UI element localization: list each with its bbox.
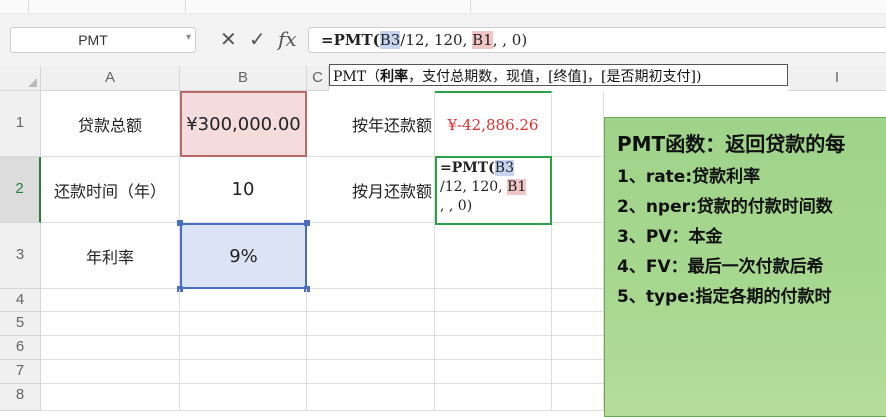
row-header-1[interactable]: 1 — [0, 91, 41, 157]
editor-formula-prefix: =PMT( — [440, 160, 495, 176]
toolbar-separator — [28, 0, 29, 12]
cell-e1[interactable]: ¥-42,886.26 — [435, 91, 552, 157]
formula-ref-b3: B3 — [379, 31, 401, 49]
cell-e8[interactable] — [435, 384, 552, 411]
cell-d1[interactable]: 按年还款额 — [307, 91, 435, 157]
editor-ref-b3: B3 — [494, 160, 514, 176]
editor-line-1: =PMT(B3 — [440, 159, 550, 178]
cell-f7[interactable] — [552, 360, 604, 384]
formula-input[interactable]: =PMT(B3/12, 120, B1, , 0) — [308, 27, 886, 53]
cell-a7[interactable] — [41, 360, 180, 384]
cell-b7[interactable] — [180, 360, 307, 384]
cell-a6[interactable] — [41, 336, 180, 360]
cell-e7[interactable] — [435, 360, 552, 384]
cell-b8[interactable] — [180, 384, 307, 411]
range-handle[interactable] — [304, 220, 310, 226]
toolbar-separator — [185, 0, 186, 12]
cell-d7[interactable] — [307, 360, 435, 384]
tooltip-current-arg[interactable]: 利率 — [380, 69, 408, 85]
cell-b1[interactable]: ¥300,000.00 — [180, 91, 307, 157]
enter-icon[interactable]: ✓ — [249, 27, 266, 51]
editor-ref-b1: B1 — [507, 179, 527, 195]
note-item: 1、rate:贷款利率 — [617, 167, 761, 187]
tooltip-rest: ，支付总期数，现值，[终值]，[是否期初支付]) — [408, 69, 702, 85]
cell-a3[interactable]: 年利率 — [41, 223, 180, 289]
note-item: 5、type:指定各期的付款时 — [617, 287, 832, 307]
cell-a4[interactable] — [41, 289, 180, 312]
cell-f1[interactable] — [552, 91, 604, 157]
note-title: PMT函数：返回贷款的每 — [617, 132, 846, 156]
name-box[interactable]: PMT ▾ — [10, 27, 196, 53]
cell-a8[interactable] — [41, 384, 180, 411]
cell-b6[interactable] — [180, 336, 307, 360]
active-cell-editor[interactable]: =PMT(B3 /12, 120, B1 , , 0) — [435, 156, 552, 225]
column-header-a[interactable]: A — [41, 66, 180, 91]
row-header-4[interactable]: 4 — [0, 289, 41, 312]
cell-e4[interactable] — [435, 289, 552, 312]
column-header-c[interactable]: C — [307, 66, 329, 91]
note-item: 4、FV：最后一次付款后希 — [617, 257, 824, 277]
pmt-note-textbox[interactable]: PMT函数：返回贷款的每 1、rate:贷款利率 2、nper:贷款的付款时间数… — [604, 117, 886, 417]
cell-b3[interactable]: 9% — [180, 223, 307, 289]
tooltip-prefix: PMT（ — [333, 69, 381, 85]
function-signature-tooltip: PMT（利率，支付总期数，现值，[终值]，[是否期初支付]) — [329, 64, 788, 86]
cell-f5[interactable] — [552, 312, 604, 336]
function-icon[interactable]: fx — [278, 27, 297, 51]
cell-a1[interactable]: 贷款总额 — [41, 91, 180, 157]
cell-d3[interactable] — [307, 223, 435, 289]
column-header-i[interactable]: I — [788, 66, 886, 91]
formula-ref-b1: B1 — [472, 31, 493, 49]
cancel-icon[interactable]: ✕ — [220, 27, 237, 51]
cell-a2[interactable]: 还款时间（年） — [41, 157, 180, 223]
cell-f6[interactable] — [552, 336, 604, 360]
cell-e3[interactable] — [435, 223, 552, 289]
toolbar-separator — [470, 0, 471, 12]
cell-e5[interactable] — [435, 312, 552, 336]
column-header-b[interactable]: B — [180, 66, 307, 91]
range-handle[interactable] — [177, 220, 183, 226]
editor-args: /12, 120, — [440, 179, 508, 195]
chevron-down-icon[interactable]: ▾ — [186, 32, 191, 43]
row-header-8[interactable]: 8 — [0, 384, 41, 411]
cell-b2[interactable]: 10 — [180, 157, 307, 223]
editor-line-2: /12, 120, B1 — [440, 178, 550, 197]
cell-b4[interactable] — [180, 289, 307, 312]
row-header-7[interactable]: 7 — [0, 360, 41, 384]
name-box-value: PMT — [78, 32, 108, 48]
cell-d5[interactable] — [307, 312, 435, 336]
cell-f2[interactable] — [552, 157, 604, 223]
cell-f4[interactable] — [552, 289, 604, 312]
cell-a5[interactable] — [41, 312, 180, 336]
cell-f8[interactable] — [552, 384, 604, 411]
formula-suffix: , , 0) — [492, 31, 528, 49]
cell-f3[interactable] — [552, 223, 604, 289]
row-header-3[interactable]: 3 — [0, 223, 41, 289]
cell-d8[interactable] — [307, 384, 435, 411]
formula-prefix: =PMT( — [321, 31, 380, 49]
toolbar-strip — [0, 0, 886, 14]
row-header-2[interactable]: 2 — [0, 157, 41, 223]
cell-e6[interactable] — [435, 336, 552, 360]
row-header-6[interactable]: 6 — [0, 336, 41, 360]
cell-b5[interactable] — [180, 312, 307, 336]
cell-d4[interactable] — [307, 289, 435, 312]
formula-mid: /12, 120, — [400, 31, 473, 49]
note-item: 3、PV：本金 — [617, 227, 723, 247]
select-all-corner[interactable] — [0, 66, 41, 91]
cell-d2[interactable]: 按月还款额 — [307, 157, 435, 223]
editor-line-3: , , 0) — [440, 198, 473, 214]
cell-d6[interactable] — [307, 336, 435, 360]
note-item: 2、nper:贷款的付款时间数 — [617, 197, 833, 217]
row-header-5[interactable]: 5 — [0, 312, 41, 336]
